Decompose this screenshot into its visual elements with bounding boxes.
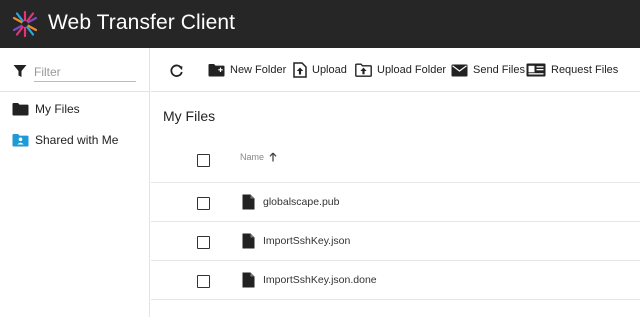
page-title: My Files [163,108,216,124]
sort-ascending-icon [269,152,277,162]
upload-folder-button[interactable]: Upload Folder [355,60,446,80]
name-column-label: Name [240,152,265,162]
table-row[interactable]: globalscape.pub [151,183,640,222]
upload-button[interactable]: Upload [293,60,347,80]
request-files-button[interactable]: Request Files [526,60,618,80]
select-all-checkbox[interactable] [197,154,210,167]
file-icon [242,194,255,210]
folder-icon [12,103,29,116]
row-checkbox[interactable] [197,275,210,288]
send-files-button[interactable]: Send Files [451,60,525,80]
upload-folder-icon [355,63,372,77]
row-checkbox[interactable] [197,236,210,249]
new-folder-label: New Folder [230,64,287,76]
filter-icon [13,65,27,77]
table-row[interactable]: ImportSshKey.json [151,222,640,261]
new-folder-button[interactable]: New Folder [208,60,286,80]
upload-icon [293,62,307,78]
row-checkbox[interactable] [197,197,210,210]
request-files-label: Request Files [551,64,619,76]
table-header-row: Name [151,136,640,183]
sidebar-item-shared-with-me[interactable]: Shared with Me [0,125,150,155]
refresh-button[interactable] [169,60,184,80]
refresh-icon [170,64,183,77]
new-folder-icon [208,64,225,77]
file-name[interactable]: globalscape.pub [263,196,339,208]
table-row[interactable]: ImportSshKey.json.done [151,261,640,300]
sidebar-item-label: My Files [35,102,80,116]
upload-folder-label: Upload Folder [377,64,447,76]
sidebar-item-label: Shared with Me [35,133,119,147]
upload-label: Upload [312,64,347,76]
app-header: Web Transfer Client [0,0,640,48]
file-icon [242,272,255,288]
file-icon [242,233,255,249]
shared-folder-icon [12,134,29,147]
app-title: Web Transfer Client [48,11,236,34]
filter-row [0,48,150,92]
toolbar: New Folder Upload Upload Folder Send Fil… [151,48,640,92]
file-name[interactable]: ImportSshKey.json [263,235,350,247]
send-files-label: Send Files [473,64,525,76]
file-name[interactable]: ImportSshKey.json.done [263,274,377,286]
sidebar: My Files Shared with Me [0,48,150,317]
sidebar-item-my-files[interactable]: My Files [0,94,150,124]
globalscape-star-icon [12,10,38,38]
envelope-icon [451,64,468,76]
request-card-icon [526,63,546,77]
filter-input[interactable] [34,62,136,82]
name-column-header[interactable]: Name [240,152,277,162]
